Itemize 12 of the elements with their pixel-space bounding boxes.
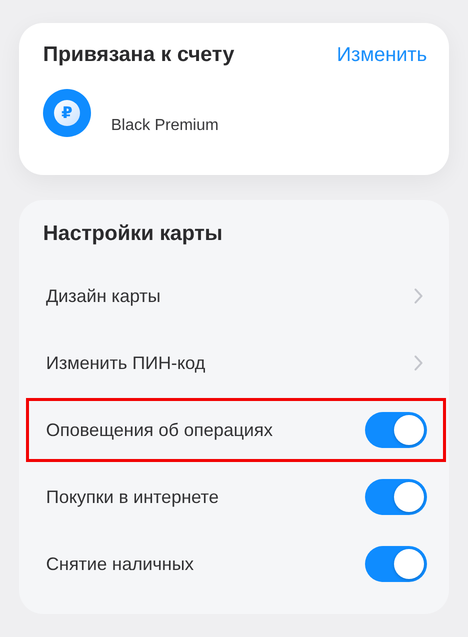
- section-title: Настройки карты: [43, 222, 224, 247]
- setting-label[interactable]: Оповещения об операциях: [46, 420, 273, 440]
- toggle-switch[interactable]: [365, 412, 427, 448]
- setting-label[interactable]: Покупки в интернете: [46, 486, 219, 508]
- card-title: Привязана к счету: [43, 43, 234, 67]
- toggle-switch[interactable]: [365, 546, 427, 582]
- setting-label[interactable]: Изменить ПИН-код: [46, 352, 206, 374]
- setting-label[interactable]: Снятие наличных: [46, 554, 194, 574]
- ruble-coin-icon: ₽: [43, 89, 91, 137]
- setting-label[interactable]: Дизайн карты: [46, 286, 161, 306]
- toggle-switch[interactable]: [365, 479, 427, 515]
- account-name: Black Premium: [111, 117, 219, 135]
